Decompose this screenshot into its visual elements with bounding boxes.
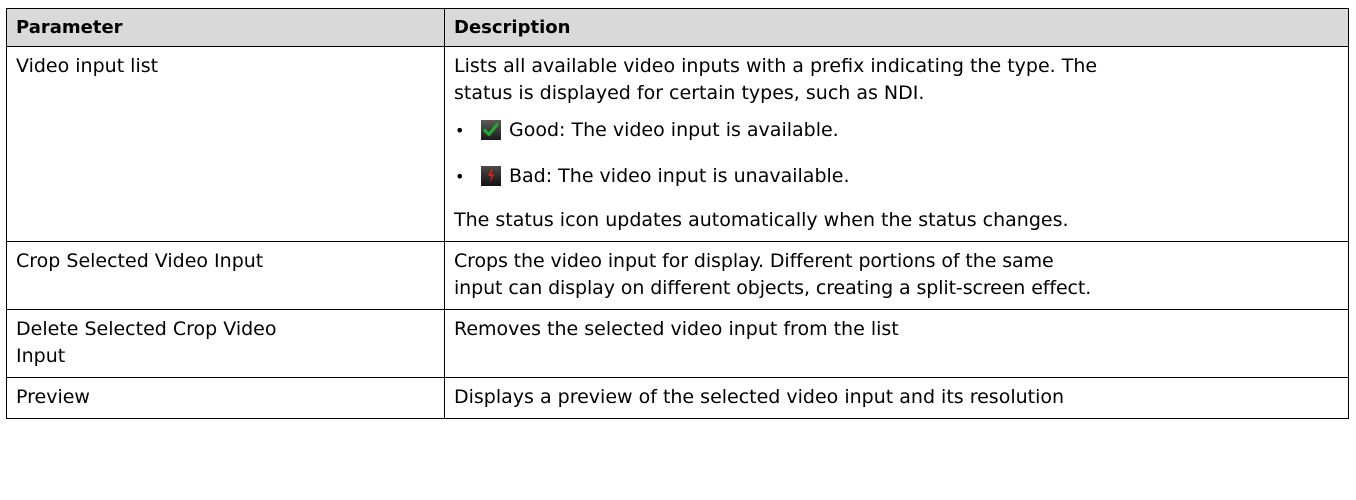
parameter-cell: Preview [6, 377, 445, 419]
status-note: The status icon updates automatically wh… [454, 209, 1069, 231]
bullet: • [455, 120, 465, 140]
description-cell: Displays a preview of the selected video… [444, 377, 1349, 419]
table-row: Preview Displays a preview of the select… [6, 377, 1349, 419]
description-cell: Lists all available video inputs with a … [444, 46, 1349, 242]
description-line: Displays a preview of the selected video… [454, 386, 1065, 408]
status-bad-text: Bad: The video input is unavailable. [509, 164, 850, 187]
table-header-row: Parameter Description [6, 8, 1349, 47]
red-bolt-icon [481, 166, 501, 186]
description-line: status is displayed for certain types, s… [454, 82, 925, 104]
parameter-line: Delete Selected Crop Video [16, 318, 277, 340]
table-row: Delete Selected Crop Video Input Removes… [6, 309, 1349, 378]
parameter-cell: Video input list [6, 46, 445, 242]
parameter-cell: Crop Selected Video Input [6, 241, 445, 310]
description-line: Lists all available video inputs with a … [454, 55, 1098, 77]
status-good-text: Good: The video input is available. [509, 118, 839, 141]
description-line: input can display on different objects, … [454, 277, 1092, 299]
green-checkmark-icon [481, 120, 501, 140]
status-item-bad: • Bad: The video input is unavailable. [454, 161, 1340, 191]
description-line: Crops the video input for display. Diffe… [454, 250, 1054, 272]
table-row: Crop Selected Video Input Crops the vide… [6, 241, 1349, 310]
parameter-table: Parameter Description Video input list L… [6, 8, 1349, 419]
description-cell: Removes the selected video input from th… [444, 309, 1349, 378]
parameter-line: Input [16, 345, 66, 367]
parameter-cell: Delete Selected Crop Video Input [6, 309, 445, 378]
bullet: • [455, 166, 465, 186]
column-header-parameter: Parameter [6, 8, 445, 47]
description-cell: Crops the video input for display. Diffe… [444, 241, 1349, 310]
description-line: Removes the selected video input from th… [454, 318, 899, 340]
status-list: • Good: The video input is available. • … [454, 115, 1340, 191]
column-header-description: Description [444, 8, 1349, 47]
table-row: Video input list Lists all available vid… [6, 46, 1349, 242]
status-item-good: • Good: The video input is available. [454, 115, 1340, 145]
